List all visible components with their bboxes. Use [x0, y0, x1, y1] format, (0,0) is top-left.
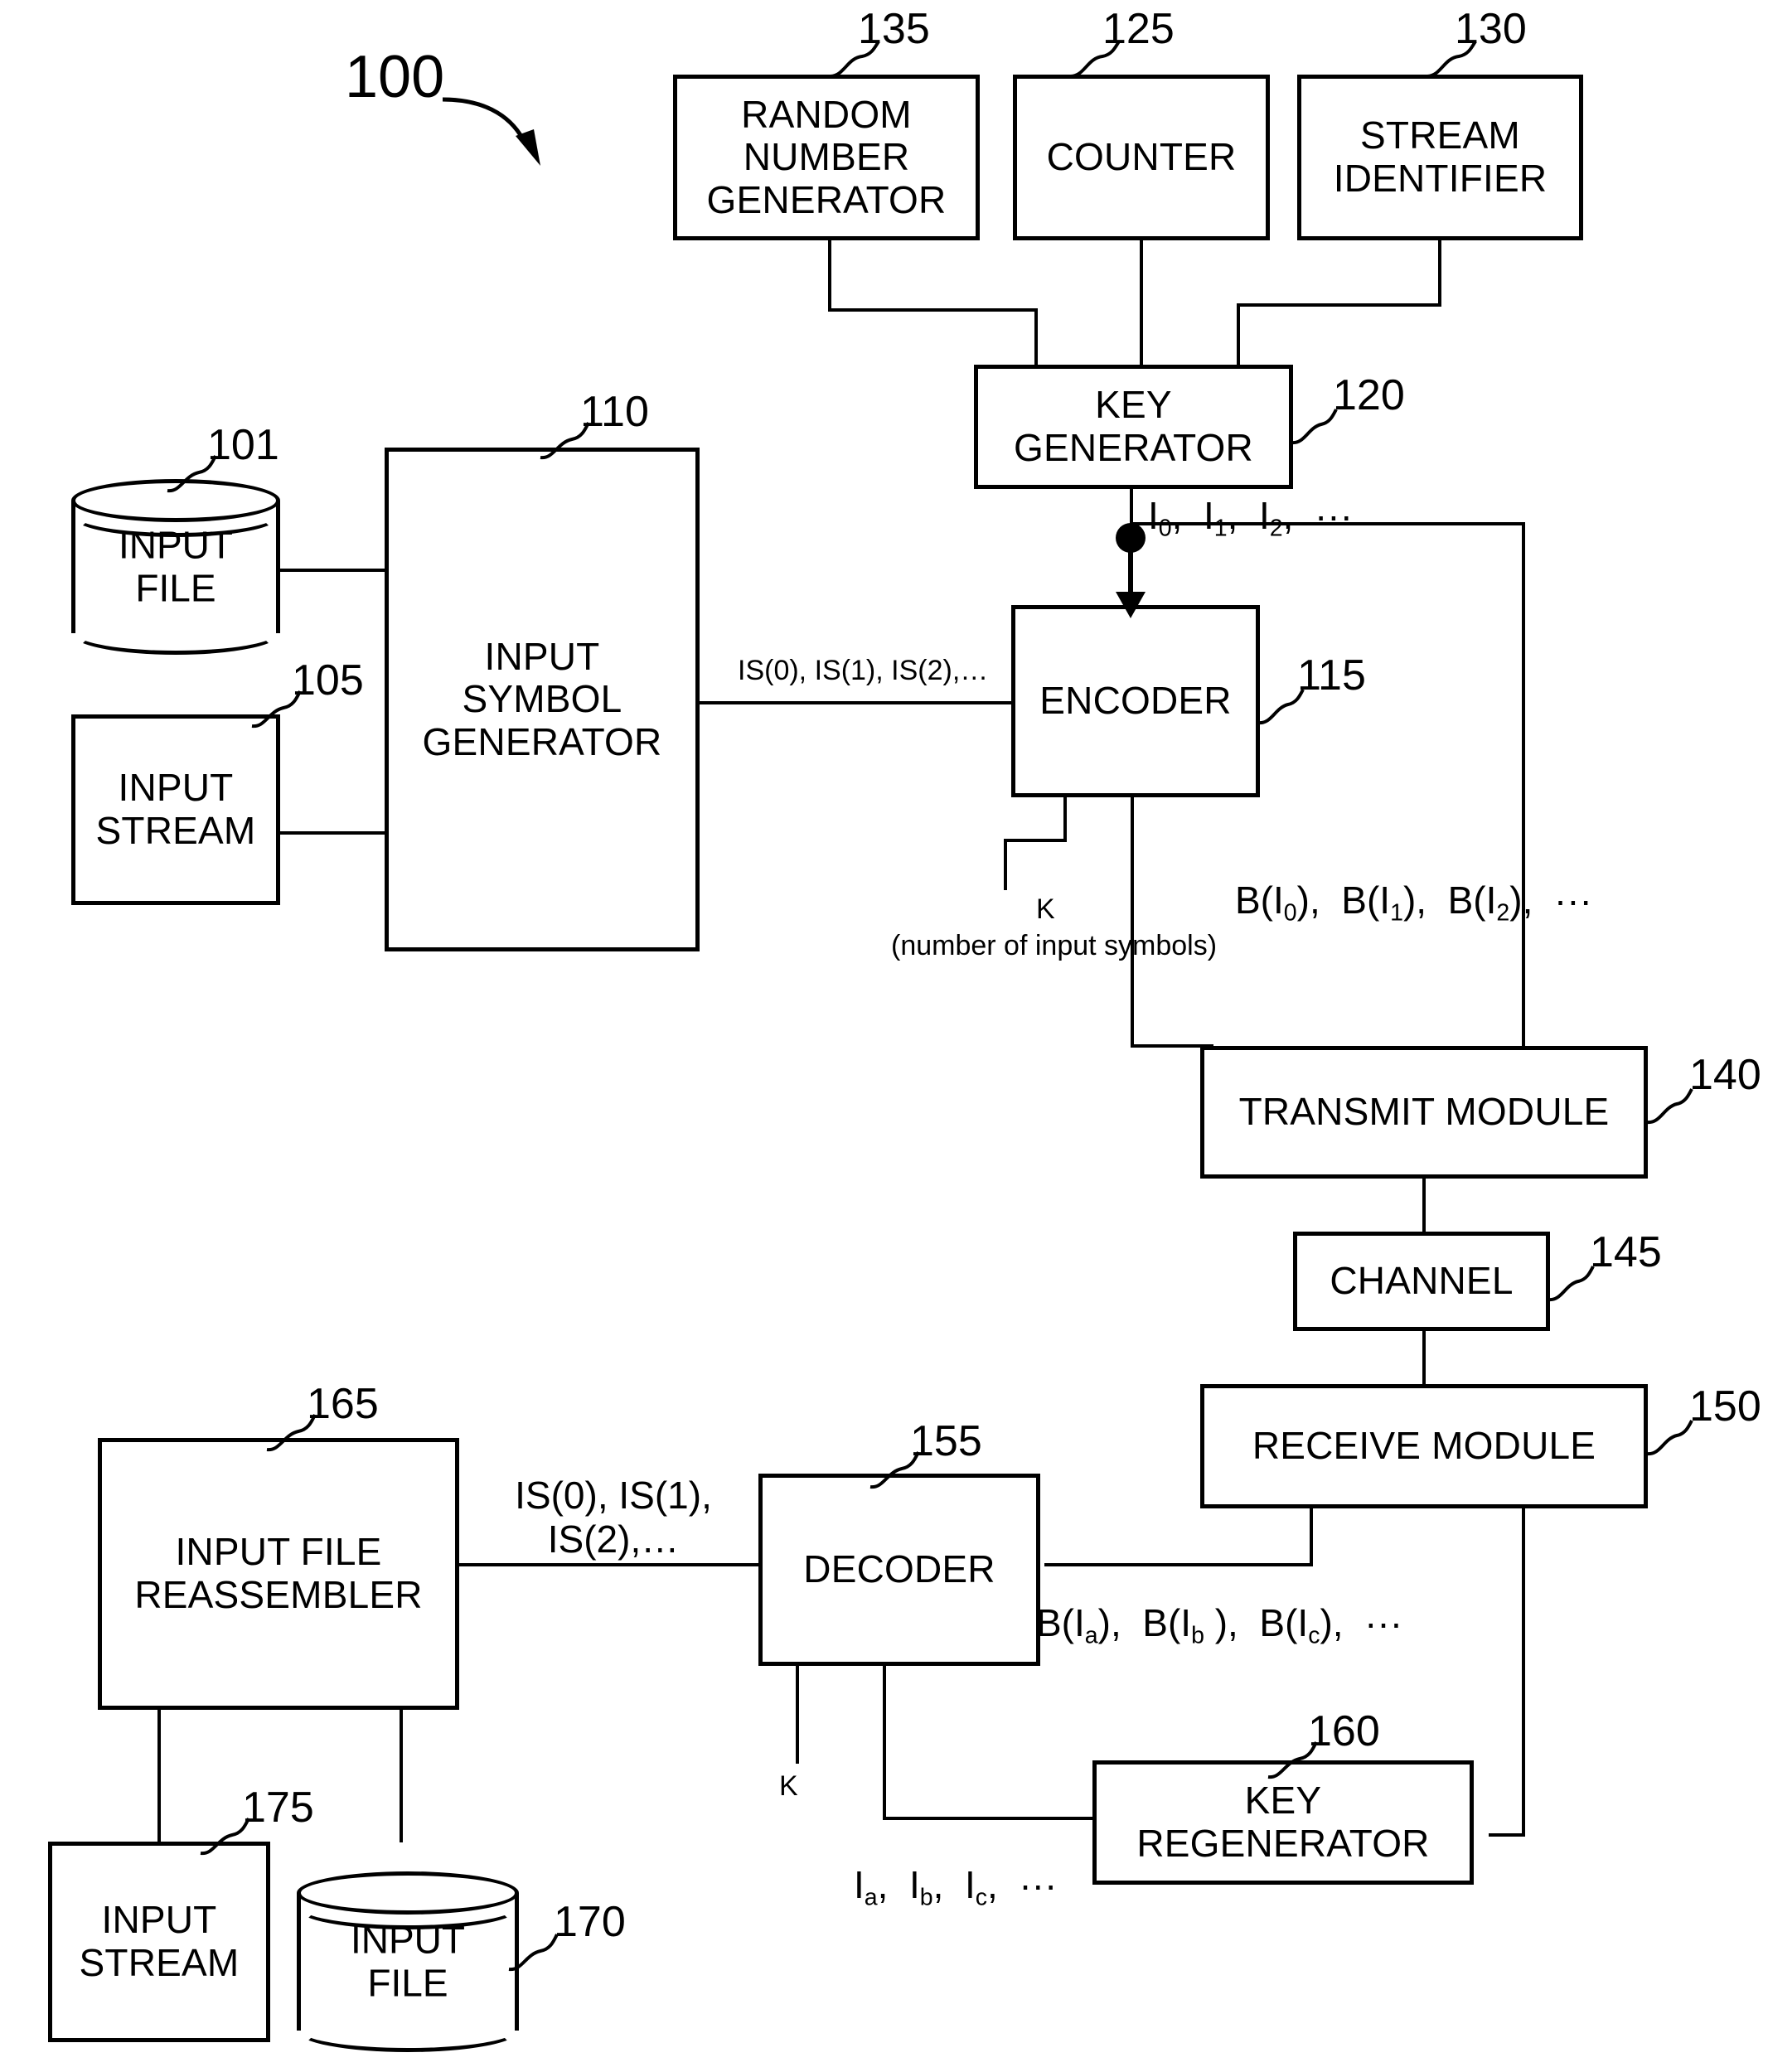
input-file-bottom-bottom-ellipse: [297, 2009, 519, 2052]
block-random-number-generator[interactable]: RANDOM NUMBER GENERATOR: [673, 75, 980, 240]
block-key-generator[interactable]: KEY GENERATOR: [974, 365, 1293, 489]
leader-150: [1646, 1420, 1693, 1456]
leader-140: [1646, 1088, 1693, 1125]
input-file-top-bottom-ellipse: [71, 612, 280, 655]
block-input-file-reassembler-label: INPUT FILE REASSEMBLER: [134, 1530, 423, 1616]
wire-counter-to-keygen: [1140, 239, 1143, 366]
wire-reassembler-to-input-file: [400, 1707, 403, 1842]
wire-receive-to-decoder-horiz: [1044, 1563, 1313, 1566]
wire-k-horiz: [1004, 839, 1067, 842]
patent-figure-100: 100 RANDOM NUMBER GENERATOR 135 COUNTER 12…: [0, 0, 1768, 2072]
wire-isg-to-encoder: [698, 701, 1013, 704]
block-input-stream-top[interactable]: INPUT STREAM: [71, 714, 280, 905]
label-received-symbols: B(Ia), B(Ib ), B(Ic), ···: [1036, 1601, 1403, 1649]
block-input-stream-top-label: INPUT STREAM: [95, 766, 256, 852]
wire-receive-to-decoder-vert: [1310, 1507, 1313, 1565]
datastore-input-file-top[interactable]: INPUT FILE: [71, 479, 280, 655]
label-regen-keys: Ia, Ib, Ic, ···: [854, 1863, 1058, 1911]
leader-165: [266, 1414, 317, 1452]
wire-inputfile-to-isg: [279, 569, 386, 572]
wire-rng-drop: [1034, 308, 1038, 366]
wire-k-vert-lower: [1004, 839, 1007, 890]
block-key-generator-label: KEY GENERATOR: [1014, 383, 1253, 469]
wire-rng-to-keygen-horiz: [828, 308, 1038, 312]
block-input-stream-bottom[interactable]: INPUT STREAM: [48, 1842, 270, 2042]
wire-streamid-horiz: [1237, 303, 1441, 307]
block-counter[interactable]: COUNTER: [1013, 75, 1270, 240]
wire-receive-to-keyregen-vert: [1522, 1507, 1525, 1837]
leader-130: [1427, 40, 1477, 78]
label-output-symbols: B(I0), B(I1), B(I2), ···: [1235, 879, 1592, 927]
wire-encoder-to-transmit-vert: [1131, 794, 1134, 1047]
leader-160: [1267, 1741, 1318, 1779]
block-input-file-reassembler[interactable]: INPUT FILE REASSEMBLER: [98, 1438, 459, 1710]
label-input-symbols: IS(0), IS(1), IS(2),…: [738, 655, 989, 686]
block-stream-identifier[interactable]: STREAM IDENTIFIER: [1297, 75, 1583, 240]
wire-rng-to-keygen-vert: [828, 239, 831, 312]
block-decoder[interactable]: DECODER: [758, 1474, 1040, 1666]
wire-decoder-to-keyregen-horiz: [883, 1817, 1094, 1820]
wire-reassembler-to-input-stream: [157, 1707, 161, 1842]
block-channel[interactable]: CHANNEL: [1293, 1232, 1550, 1331]
leader-125: [1070, 40, 1121, 78]
leader-110: [540, 422, 590, 460]
leader-145: [1548, 1266, 1595, 1302]
datastore-input-file-bottom[interactable]: INPUT FILE: [297, 1871, 519, 2052]
datastore-input-file-bottom-label: INPUT FILE: [351, 1918, 465, 2004]
leader-170: [508, 1934, 559, 1972]
leader-101: [167, 455, 217, 493]
figure-number-label: 100: [345, 44, 445, 110]
label-k-symbol: K: [1036, 893, 1055, 925]
block-counter-label: COUNTER: [1046, 135, 1237, 179]
wire-decoder-to-keyregen-vert: [883, 1663, 886, 1820]
wire-decoder-k: [796, 1663, 799, 1764]
label-k-symbol-decoder: K: [779, 1770, 798, 1802]
datastore-input-file-top-label: INPUT FILE: [119, 523, 233, 609]
block-input-stream-bottom-label: INPUT STREAM: [79, 1898, 240, 1984]
block-input-symbol-generator-label: INPUT SYMBOL GENERATOR: [422, 634, 662, 763]
leader-120: [1291, 409, 1338, 445]
wire-k-vert-upper: [1063, 794, 1067, 842]
block-encoder[interactable]: ENCODER: [1011, 605, 1260, 797]
label-k-description: (number of input symbols): [891, 930, 1218, 961]
wire-inputstream-to-isg: [279, 831, 386, 835]
leader-155: [869, 1451, 920, 1489]
wire-streamid-drop: [1237, 303, 1240, 366]
block-receive-module-label: RECEIVE MODULE: [1252, 1424, 1596, 1468]
leader-105: [251, 690, 302, 729]
block-transmit-module[interactable]: TRANSMIT MODULE: [1200, 1046, 1648, 1179]
block-receive-module[interactable]: RECEIVE MODULE: [1200, 1384, 1648, 1508]
block-random-number-generator-label: RANDOM NUMBER GENERATOR: [706, 92, 947, 221]
block-input-symbol-generator[interactable]: INPUT SYMBOL GENERATOR: [385, 448, 700, 951]
wire-receive-to-keyregen-horiz: [1489, 1833, 1525, 1837]
block-decoder-label: DECODER: [803, 1547, 995, 1591]
wire-streamid-vert: [1438, 239, 1441, 307]
wire-decoder-to-reassembler: [458, 1563, 763, 1566]
block-transmit-module-label: TRANSMIT MODULE: [1238, 1090, 1610, 1134]
keygen-to-encoder-arrow: [1116, 523, 1146, 618]
wire-keys-to-transmit: [1522, 522, 1525, 1046]
figure-number-arrow: [442, 97, 540, 166]
wire-channel-to-receive: [1422, 1329, 1426, 1386]
leader-115: [1257, 689, 1305, 725]
block-channel-label: CHANNEL: [1330, 1259, 1514, 1303]
block-key-regenerator-label: KEY REGENERATOR: [1136, 1779, 1430, 1865]
leader-135: [830, 40, 880, 78]
block-encoder-label: ENCODER: [1039, 679, 1232, 723]
block-stream-identifier-label: STREAM IDENTIFIER: [1333, 114, 1548, 200]
label-decoded-symbols: IS(0), IS(1), IS(2),…: [515, 1474, 712, 1561]
leader-175: [200, 1818, 250, 1856]
wire-keygen-out-vert: [1130, 489, 1133, 524]
wire-transmit-to-channel: [1422, 1177, 1426, 1233]
label-keys-out: I0, I1, I2, ···: [1148, 494, 1353, 542]
